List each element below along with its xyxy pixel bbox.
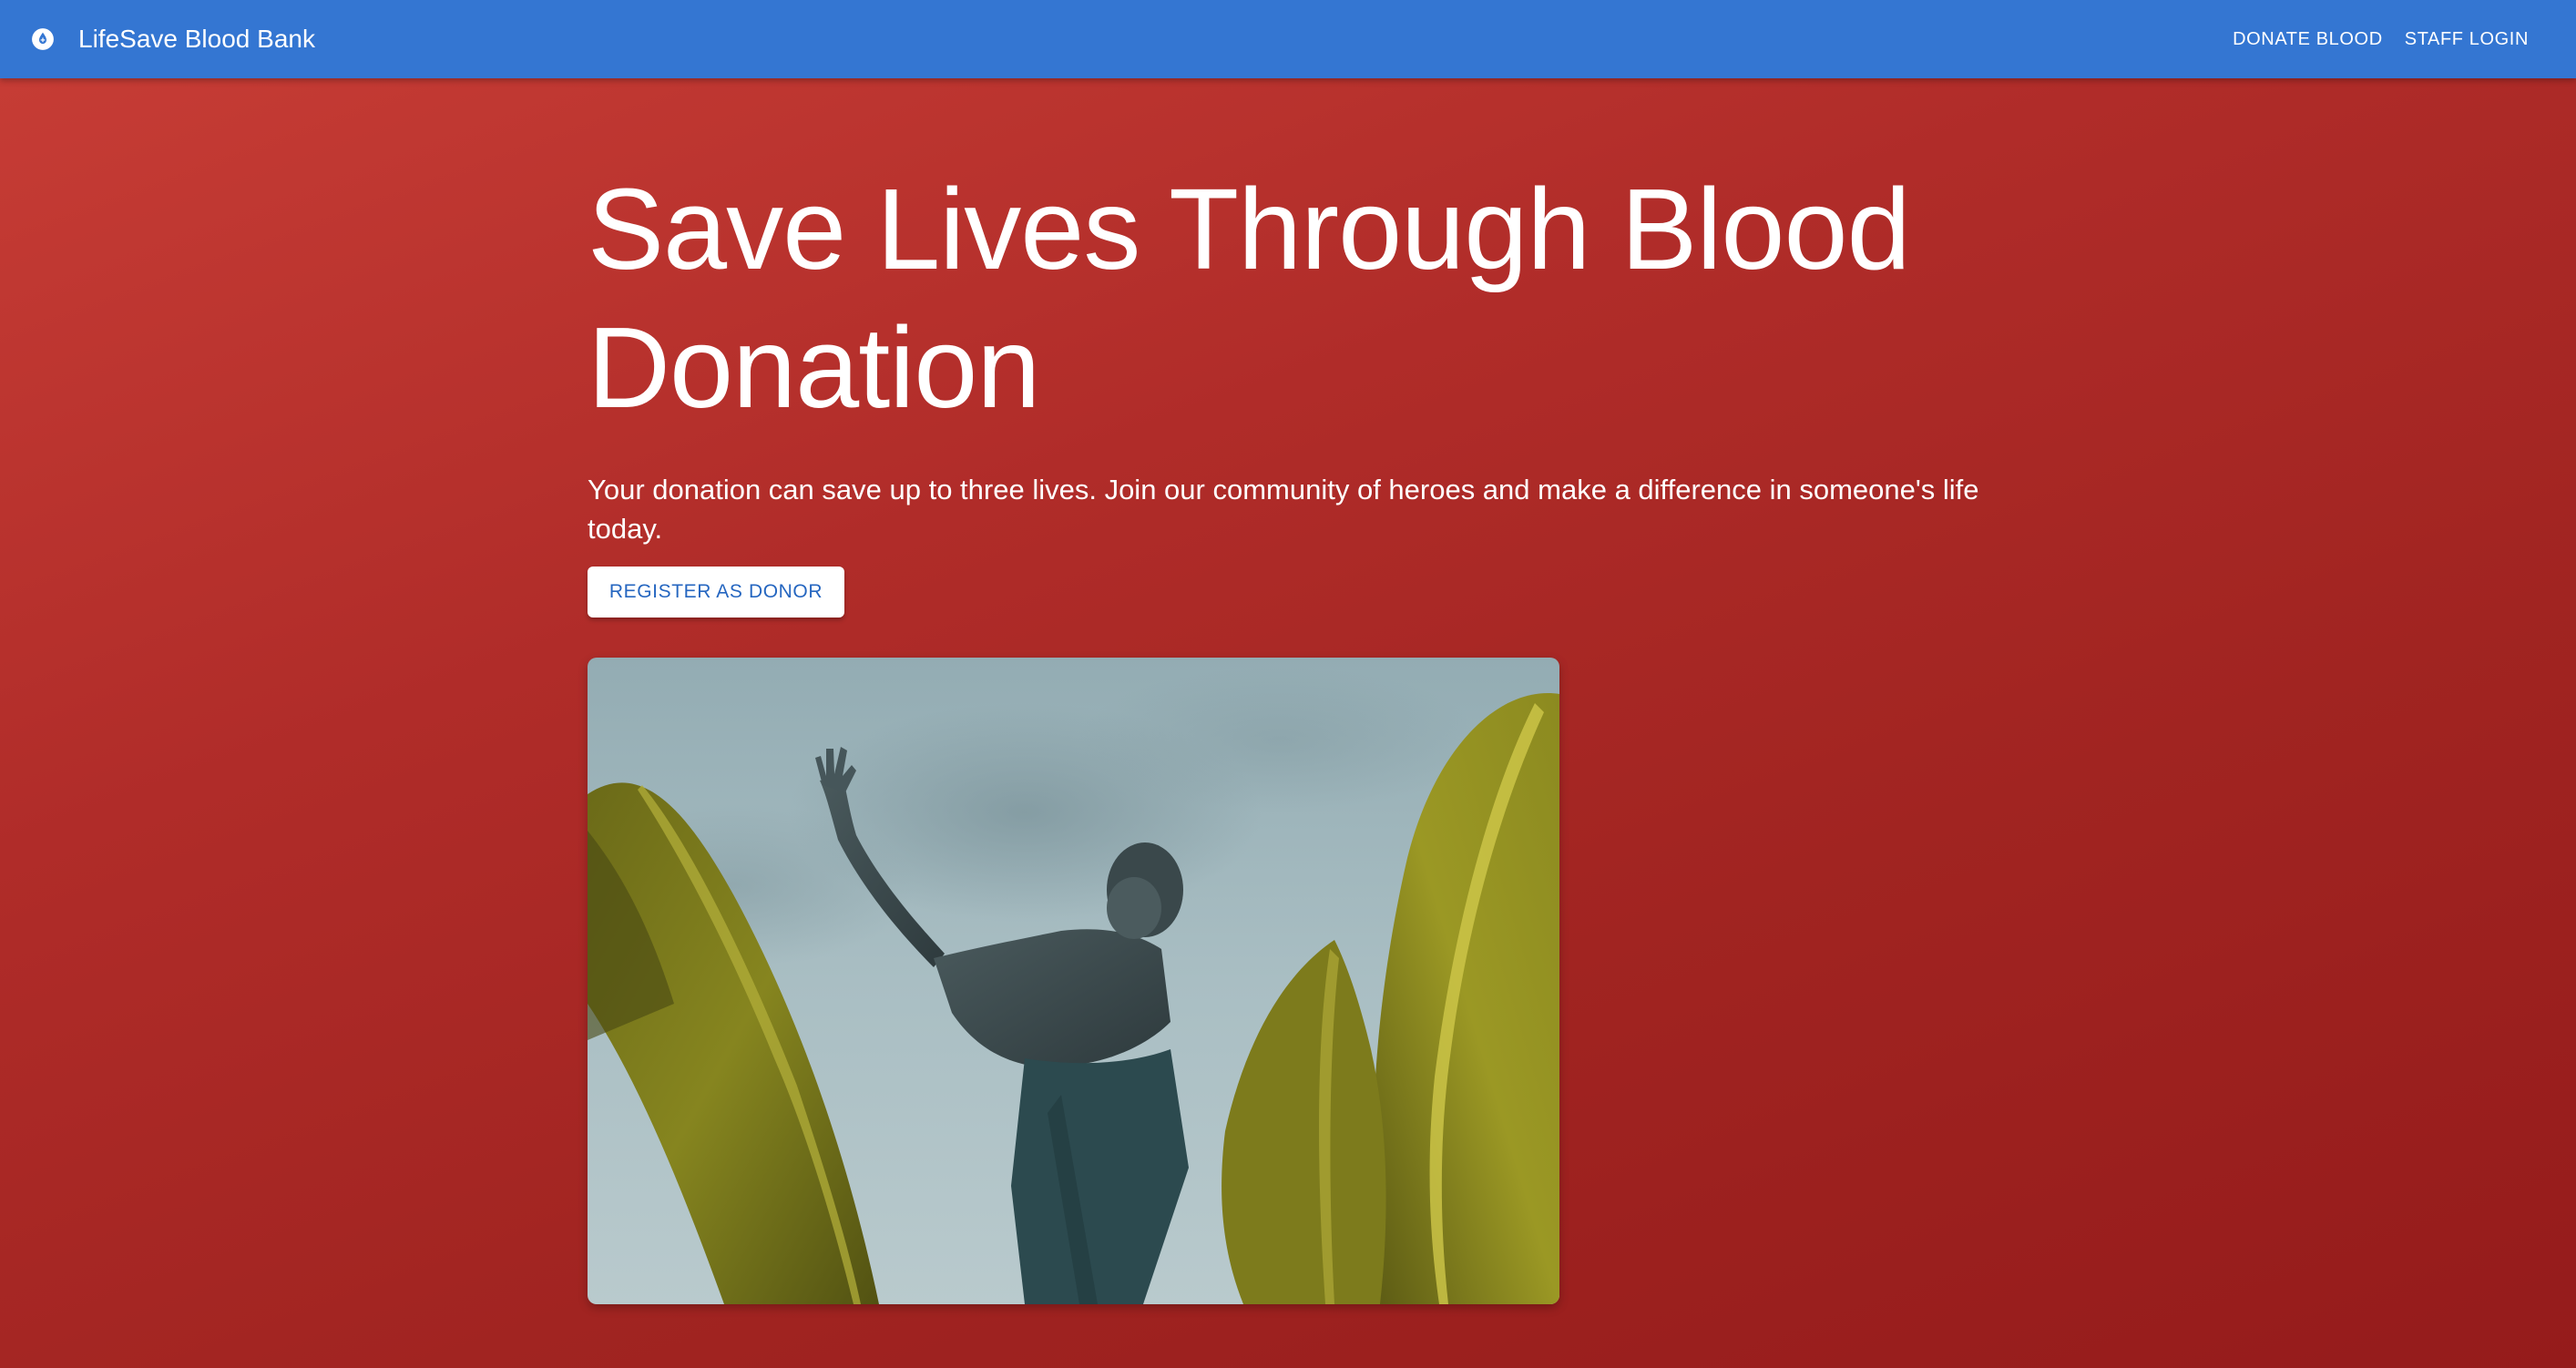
hero-section: Save Lives Through Blood Donation Your d… (0, 78, 2576, 1368)
hero-subtitle: Your donation can save up to three lives… (588, 474, 1979, 545)
app-bar: LifeSave Blood Bank DONATE BLOOD STAFF L… (0, 0, 2576, 78)
nav-donate-blood[interactable]: DONATE BLOOD (2222, 20, 2394, 59)
brand[interactable]: LifeSave Blood Bank (29, 0, 315, 78)
blood-drop-icon (29, 26, 56, 53)
app-title: LifeSave Blood Bank (78, 25, 315, 53)
hero-title: Save Lives Through Blood Donation (588, 165, 1911, 432)
page: LifeSave Blood Bank DONATE BLOOD STAFF L… (0, 0, 2576, 1368)
nav-staff-login[interactable]: STAFF LOGIN (2394, 20, 2540, 59)
top-nav: DONATE BLOOD STAFF LOGIN (2222, 0, 2540, 78)
register-as-donor-button[interactable]: REGISTER AS DONOR (588, 567, 844, 618)
hero-image (588, 658, 1559, 1304)
hero-photo-person-banana-leaves (588, 658, 1559, 1304)
